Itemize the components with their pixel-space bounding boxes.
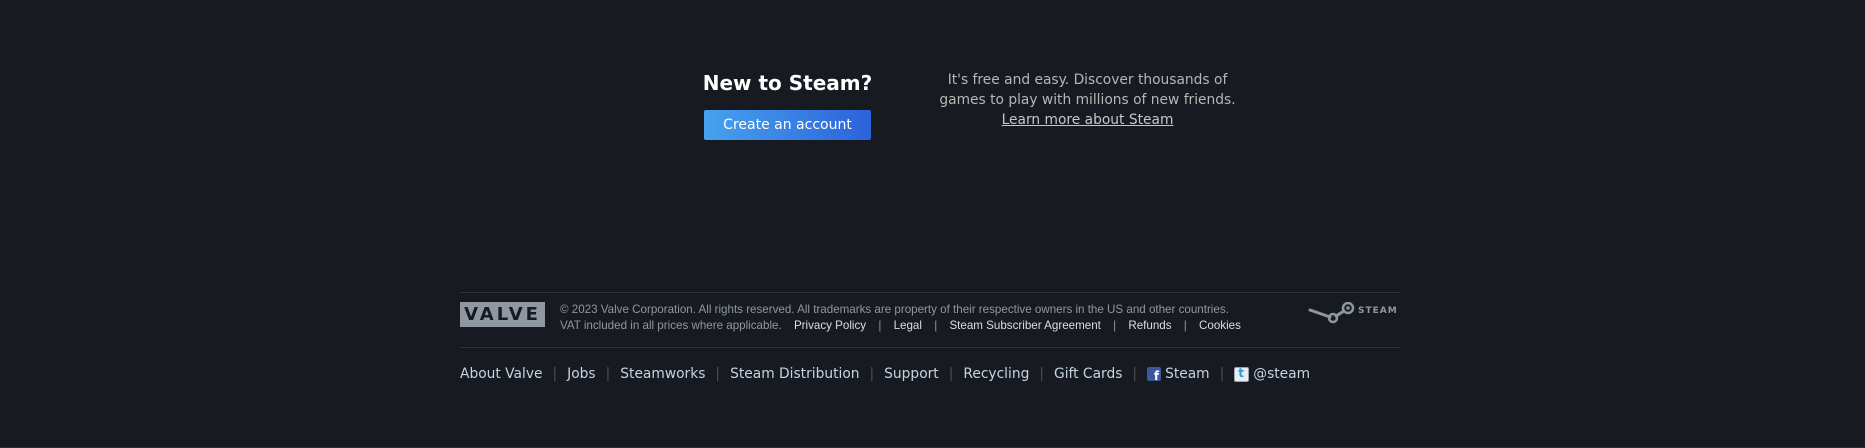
legal-separator: | (878, 319, 882, 332)
create-account-button[interactable]: Create an account (704, 110, 871, 140)
gift-cards-link[interactable]: Gift Cards (1054, 366, 1122, 382)
legal-block: © 2023 Valve Corporation. All rights res… (560, 302, 1260, 334)
footer-divider-middle (460, 347, 1400, 348)
signup-description-line2: games to play with millions of new frien… (939, 92, 1236, 108)
facebook-label: Steam (1165, 366, 1210, 382)
nav-separator: | (948, 366, 954, 382)
learn-more-link[interactable]: Learn more about Steam (1002, 112, 1174, 128)
subscriber-agreement-link[interactable]: Steam Subscriber Agreement (949, 319, 1100, 332)
twitter-label: @steam (1253, 366, 1311, 382)
signup-description: It's free and easy. Discover thousands o… (935, 70, 1240, 130)
support-link[interactable]: Support (884, 366, 939, 382)
legal-separator: | (1183, 319, 1187, 332)
jobs-link[interactable]: Jobs (567, 366, 595, 382)
signup-title: New to Steam? (702, 71, 873, 95)
steam-distribution-link[interactable]: Steam Distribution (730, 366, 859, 382)
refunds-link[interactable]: Refunds (1128, 319, 1171, 332)
legal-separator: | (1113, 319, 1117, 332)
vat-text: VAT included in all prices where applica… (560, 319, 782, 332)
copyright-text: © 2023 Valve Corporation. All rights res… (560, 303, 1229, 316)
footer-nav: About Valve | Jobs | Steamworks | Steam … (460, 363, 1310, 385)
steamworks-link[interactable]: Steamworks (620, 366, 705, 382)
facebook-icon (1147, 367, 1162, 383)
nav-separator: | (605, 366, 611, 382)
privacy-policy-link[interactable]: Privacy Policy (794, 319, 866, 332)
about-valve-link[interactable]: About Valve (460, 366, 543, 382)
twitter-link[interactable]: @steam (1234, 366, 1310, 382)
page: New to Steam? Create an account It's fre… (0, 0, 1865, 448)
nav-separator: | (869, 366, 875, 382)
nav-separator: | (1039, 366, 1044, 382)
nav-separator: | (1132, 366, 1138, 382)
legal-link[interactable]: Legal (894, 319, 922, 332)
nav-separator: | (552, 366, 558, 382)
valve-logo[interactable]: VALVE (460, 302, 545, 327)
nav-separator: | (715, 366, 721, 382)
steam-logo-text: STEAM (1358, 306, 1398, 316)
facebook-link[interactable]: Steam (1147, 366, 1210, 383)
signup-section: New to Steam? Create an account (700, 70, 875, 140)
signup-description-line1: It's free and easy. Discover thousands o… (947, 72, 1228, 88)
cookies-link[interactable]: Cookies (1199, 319, 1241, 332)
legal-links-row: VAT included in all prices where applica… (560, 318, 1260, 334)
twitter-icon (1234, 366, 1250, 382)
nav-separator: | (1219, 366, 1225, 382)
legal-separator: | (934, 319, 938, 332)
footer-divider-top (460, 292, 1400, 293)
recycling-link[interactable]: Recycling (963, 366, 1029, 382)
